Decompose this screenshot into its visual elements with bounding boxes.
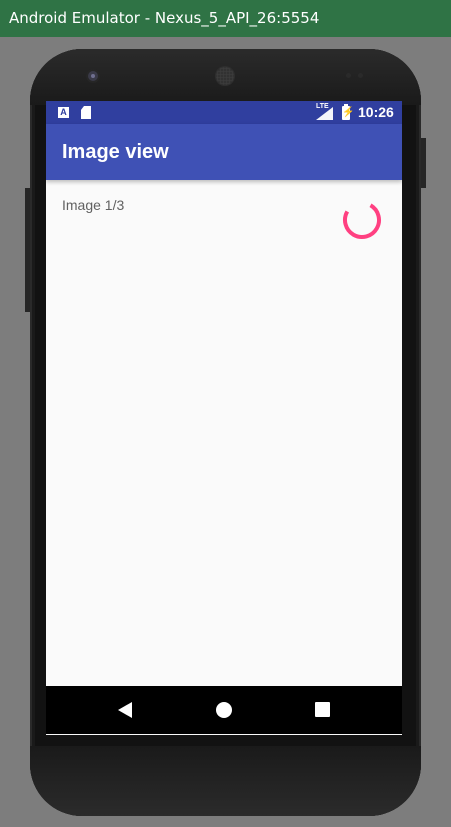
charging-bolt-icon: ⚡ (342, 107, 355, 118)
back-button-icon[interactable] (118, 702, 132, 718)
device-screen: A LTE ⚡ 10:26 Image view Image 1/3 (46, 101, 402, 735)
loading-spinner-icon (343, 201, 381, 240)
keyboard-a-icon: A (58, 107, 69, 118)
image-counter-label: Image 1/3 (62, 197, 125, 213)
sd-card-icon (81, 106, 91, 119)
window-title: Android Emulator - Nexus_5_API_26:5554 (9, 9, 320, 27)
network-type-label: LTE (316, 103, 329, 110)
status-bar: A LTE ⚡ 10:26 (46, 101, 402, 124)
home-button-icon[interactable] (216, 702, 232, 718)
earpiece-speaker-icon (216, 67, 234, 85)
light-sensor-icon (358, 73, 363, 78)
emulator-title-bar[interactable]: Android Emulator - Nexus_5_API_26:5554 (0, 0, 451, 37)
proximity-sensor-icon (346, 73, 351, 78)
volume-rocker[interactable] (25, 188, 30, 312)
recents-button-icon[interactable] (315, 702, 330, 717)
power-button[interactable] (421, 138, 426, 188)
phone-bottom-bezel (30, 746, 421, 816)
navigation-bar (46, 686, 402, 734)
page-title: Image view (62, 141, 169, 163)
status-time: 10:26 (358, 104, 394, 120)
front-camera-icon (88, 71, 98, 81)
app-bar: Image view (46, 124, 402, 180)
battery-charging-icon: ⚡ (342, 104, 355, 120)
